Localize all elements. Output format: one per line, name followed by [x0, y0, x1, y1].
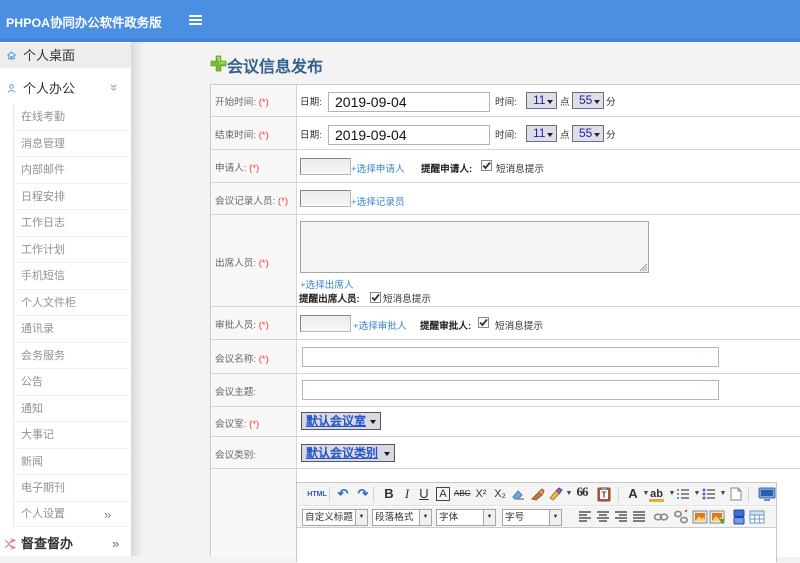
svg-text:T: T [602, 491, 607, 500]
